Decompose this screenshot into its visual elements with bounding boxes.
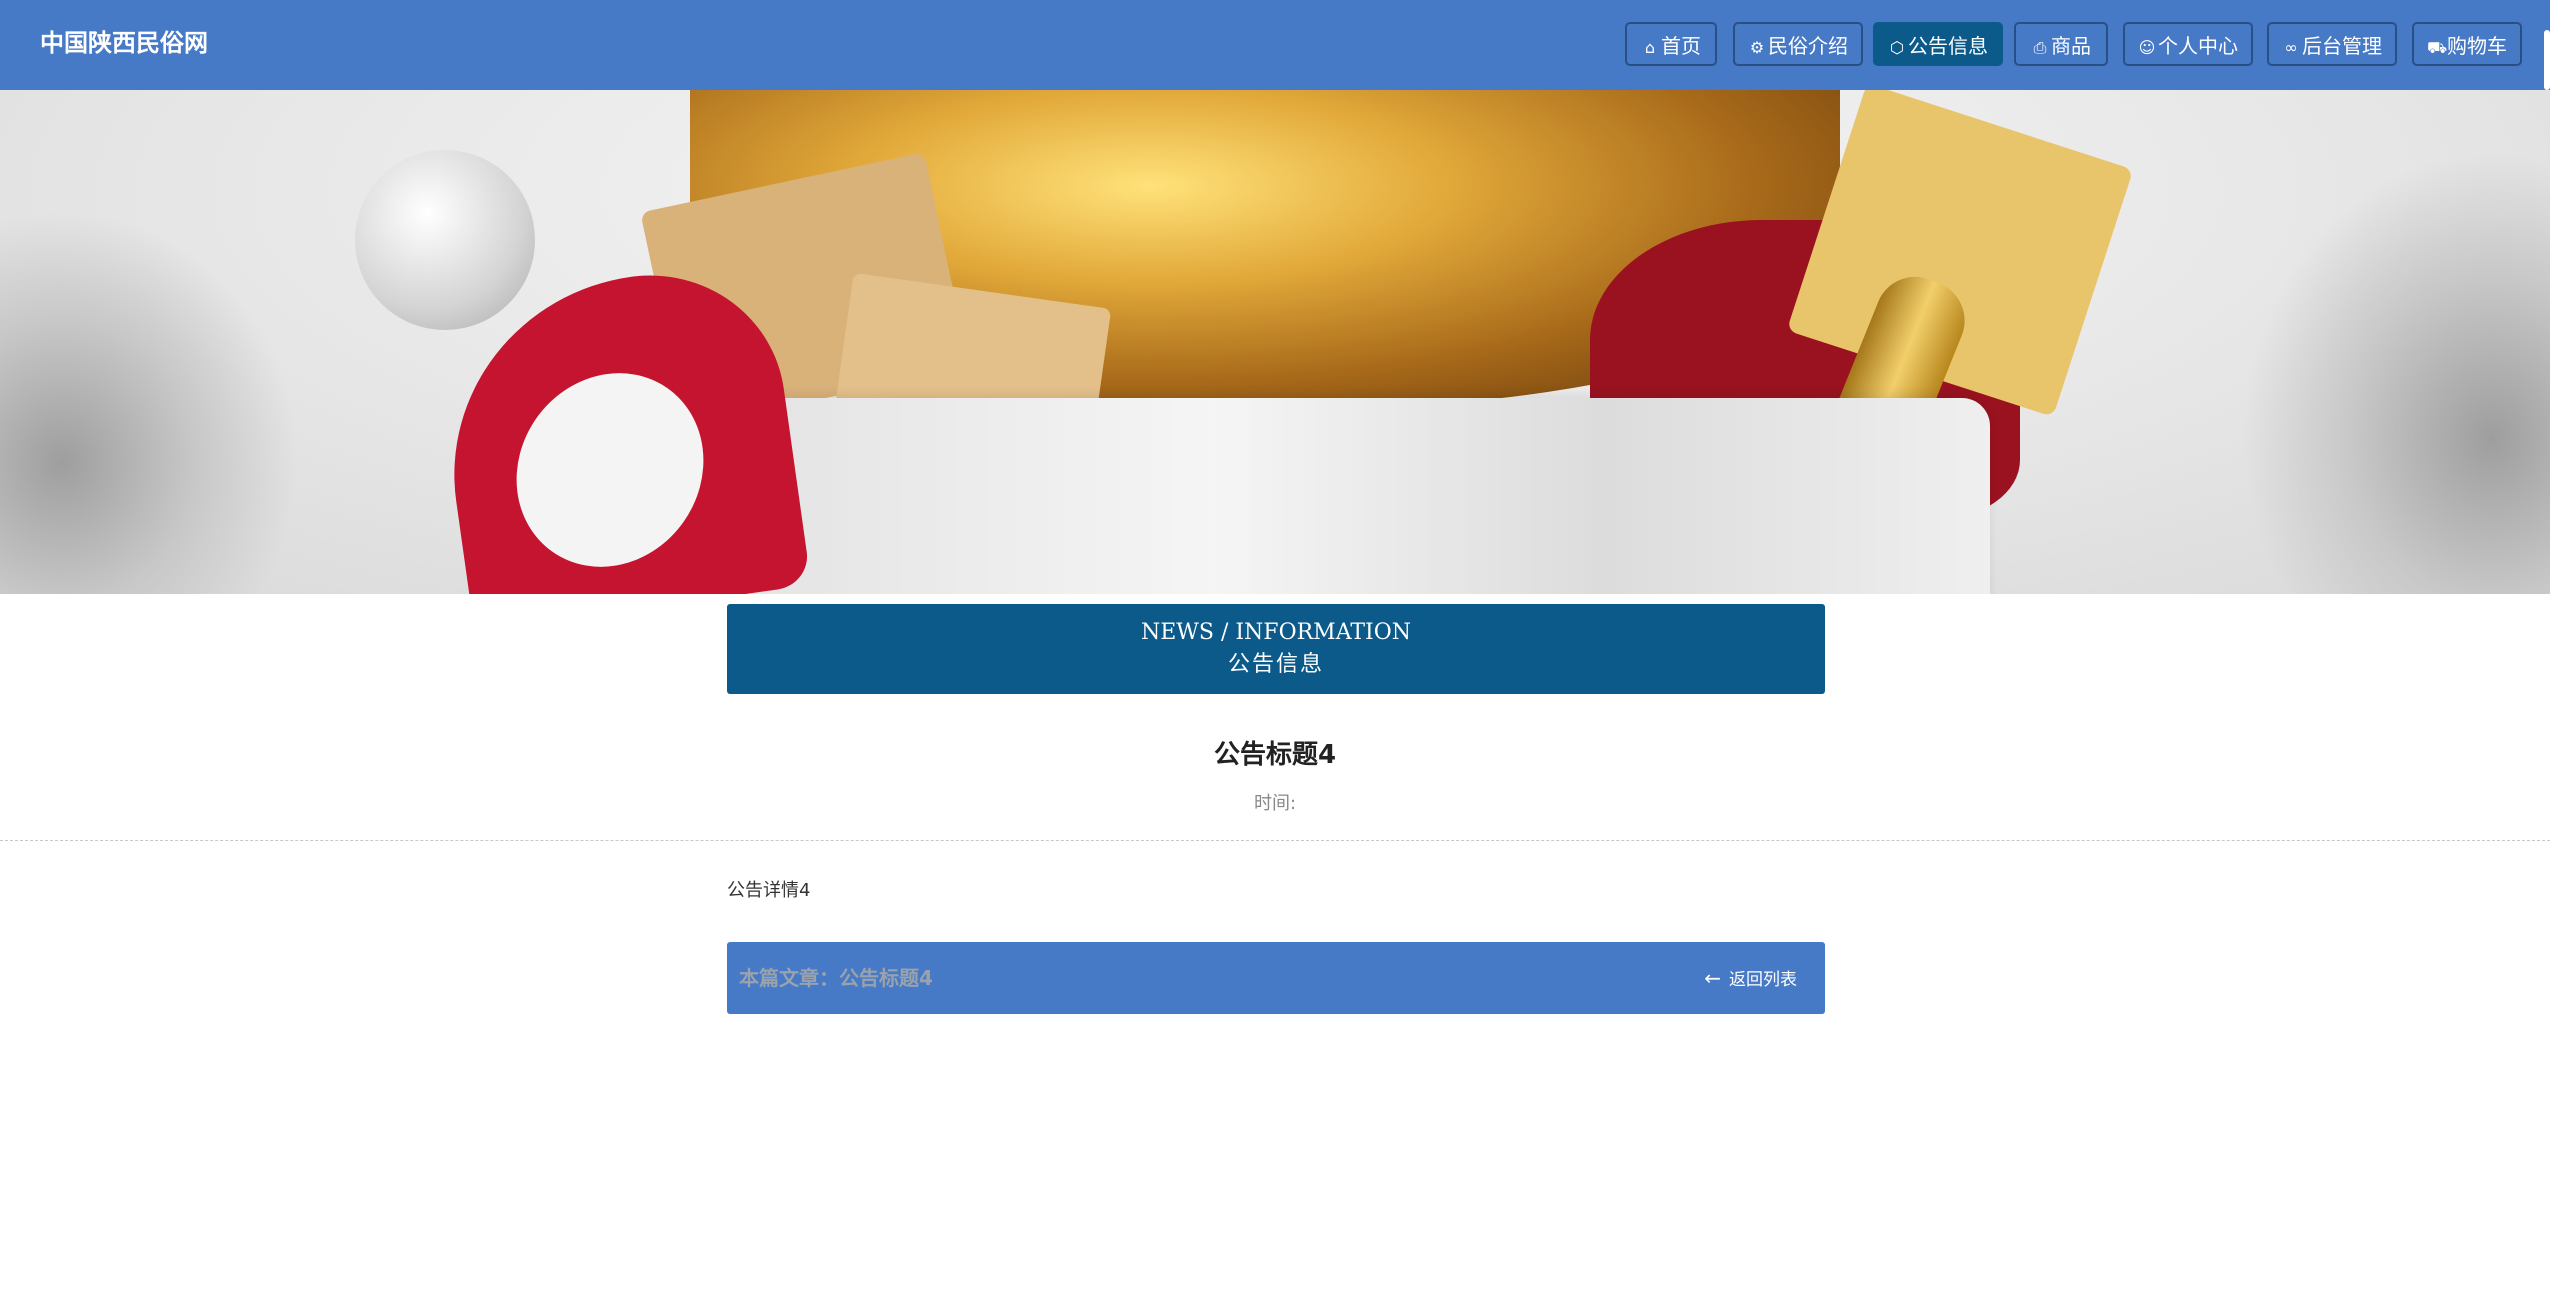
article-footer-bar: 本篇文章：公告标题4 ← 返回列表: [727, 942, 1825, 1014]
cart-icon: ⛟: [2427, 38, 2448, 57]
scrollbar[interactable]: [2544, 30, 2550, 90]
nav-announcements[interactable]: ⬡ 公告信息: [1873, 22, 2003, 66]
banner-carousel[interactable]: [0, 90, 2550, 594]
top-navbar: 中国陕西民俗网 ⌂ 首页 ⚙ 民俗介绍 ⬡ 公告信息 ⎙ 商品 ☺ 个人中心 ∞ 后台管理 …: [0, 0, 2550, 90]
nav-label: 个人中心: [2158, 34, 2238, 58]
nav-folk-intro[interactable]: ⚙ 民俗介绍: [1733, 22, 1863, 66]
section-title-cn: 公告信息: [1227, 652, 1324, 677]
settings-icon: ⚙: [1749, 38, 1765, 57]
nav-home[interactable]: ⌂ 首页: [1625, 22, 1717, 66]
nav-label: 民俗介绍: [1768, 34, 1848, 58]
nav-label: 购物车: [2447, 34, 2507, 58]
home-icon: ⌂: [1644, 38, 1656, 57]
divider: [0, 840, 2550, 841]
link-icon: ∞: [2284, 38, 2298, 57]
banner-decoration: [2240, 150, 2550, 594]
banner-decoration: [0, 210, 300, 594]
article-content: 公告详情4: [727, 880, 811, 901]
nav-profile[interactable]: ☺ 个人中心: [2123, 22, 2253, 66]
article-title: 公告标题4: [1213, 740, 1337, 770]
banner-ornament: [355, 150, 535, 330]
nav-products[interactable]: ⎙ 商品: [2014, 22, 2108, 66]
nav-cart[interactable]: ⛟购物车: [2412, 22, 2522, 66]
cube-icon: ⬡: [1890, 38, 1904, 57]
printer-icon: ⎙: [2033, 38, 2047, 57]
section-title-en: NEWS / INFORMATION: [1140, 620, 1412, 645]
main-nav: ⌂ 首页 ⚙ 民俗介绍 ⬡ 公告信息 ⎙ 商品 ☺ 个人中心 ∞ 后台管理 ⛟购物车: [0, 22, 2550, 68]
nav-label: 首页: [1661, 34, 1701, 58]
user-icon: ☺: [2138, 38, 2156, 57]
nav-label: 商品: [2051, 34, 2091, 58]
arrow-left-icon: ←: [1704, 966, 1721, 990]
current-article-label: 本篇文章：公告标题4: [739, 966, 933, 990]
article-time: 时间:: [1253, 793, 1297, 814]
section-header: NEWS / INFORMATION 公告信息: [727, 604, 1825, 694]
nav-label: 后台管理: [2302, 34, 2382, 58]
banner-panel: [700, 398, 1990, 594]
back-to-list-link[interactable]: ← 返回列表: [1704, 964, 1797, 994]
back-to-list-label: 返回列表: [1729, 970, 1797, 990]
nav-admin[interactable]: ∞ 后台管理: [2267, 22, 2397, 66]
nav-label: 公告信息: [1908, 34, 1988, 58]
